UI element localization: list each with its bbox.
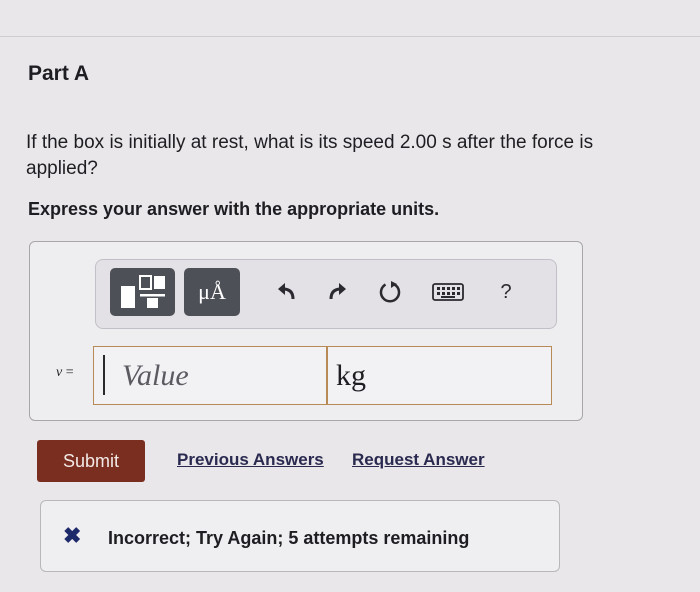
variable-symbol: v [56,365,63,380]
undo-icon [278,283,295,300]
templates-button[interactable] [110,268,175,316]
templates-icon [120,275,165,308]
redo-button[interactable] [318,268,358,316]
question-text: If the box is initially at rest, what is… [26,132,594,179]
value-field[interactable] [93,346,327,405]
units-field[interactable] [327,346,552,405]
answer-instruction: Express your answer with the appropriate… [28,199,440,219]
feedback-message: Incorrect; Try Again; 5 attempts remaini… [108,528,470,548]
top-divider [0,36,700,37]
undo-button[interactable] [266,268,306,316]
part-title: Part A [28,62,90,85]
keyboard-icon [432,283,464,301]
reset-icon [379,281,401,303]
help-button[interactable]: ? [486,268,526,316]
request-answer-link[interactable]: Request Answer [352,450,485,470]
keyboard-button[interactable] [426,268,470,316]
variable-label: v = [56,365,74,381]
units-button[interactable]: μÅ [184,268,240,316]
redo-icon [329,283,346,300]
previous-answers-link[interactable]: Previous Answers [177,450,324,470]
text-cursor [103,355,105,395]
units-input[interactable] [334,353,543,399]
reset-button[interactable] [370,268,410,316]
math-toolbar: μÅ ? [95,259,557,329]
equals-sign: = [65,365,74,380]
submit-button[interactable]: Submit [37,440,145,482]
feedback-box: ✖ Incorrect; Try Again; 5 attempts remai… [40,500,560,572]
x-icon: ✖ [63,523,82,548]
answer-panel: μÅ ? v = Value kg [29,241,583,421]
value-input[interactable] [120,353,320,399]
